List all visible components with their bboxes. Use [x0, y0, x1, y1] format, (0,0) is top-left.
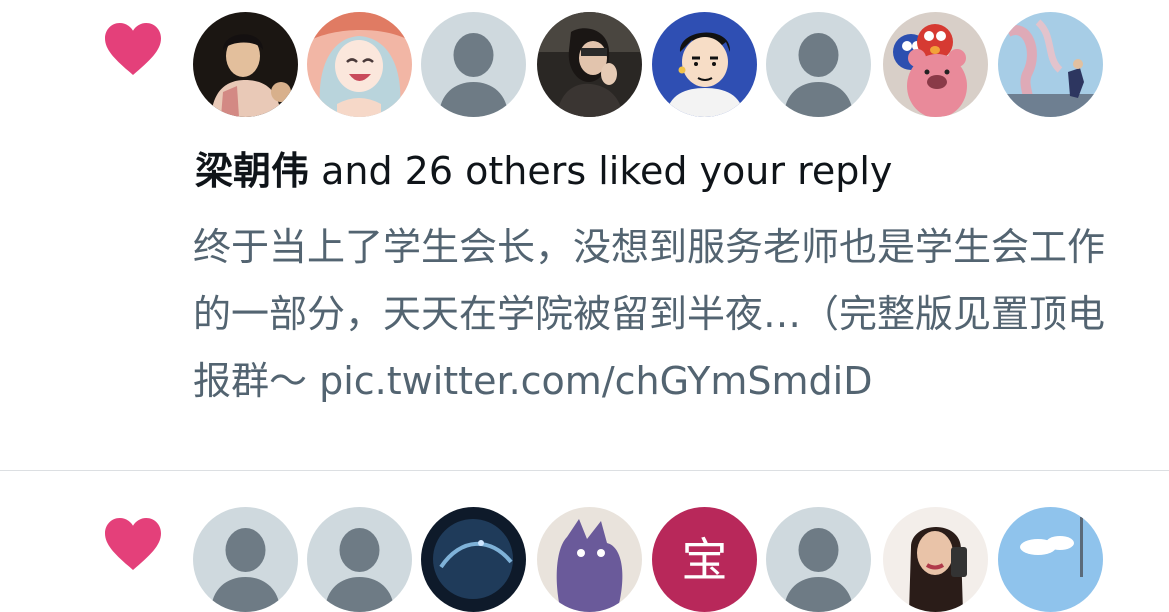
- default-avatar[interactable]: [766, 12, 871, 117]
- avatar[interactable]: [652, 12, 757, 117]
- avatar[interactable]: [537, 507, 642, 612]
- avatar[interactable]: [537, 12, 642, 117]
- avatar[interactable]: [307, 12, 412, 117]
- default-avatar[interactable]: [193, 507, 298, 612]
- reply-text: 终于当上了学生会长，没想到服务老师也是学生会工作的一部分，天天在学院被留到半夜……: [193, 225, 1106, 403]
- avatar[interactable]: [421, 507, 526, 612]
- notification-item[interactable]: 宝: [0, 471, 1169, 612]
- default-avatar[interactable]: [307, 507, 412, 612]
- default-avatar[interactable]: [766, 507, 871, 612]
- avatar[interactable]: [998, 507, 1103, 612]
- letter-avatar[interactable]: 宝: [652, 507, 757, 612]
- avatar-letter: 宝: [681, 532, 728, 587]
- avatar[interactable]: [193, 12, 298, 117]
- avatar[interactable]: [883, 12, 988, 117]
- actor-name[interactable]: 梁朝伟: [195, 149, 309, 193]
- avatar[interactable]: [998, 12, 1103, 117]
- default-avatar[interactable]: [421, 12, 526, 117]
- avatar[interactable]: [883, 507, 988, 612]
- action-text: and 26 others liked your reply: [309, 149, 893, 193]
- notification-item[interactable]: 梁朝伟 and 26 others liked your reply 终于当上了…: [0, 0, 1169, 470]
- heart-icon: [105, 23, 161, 75]
- notification-headline: 梁朝伟 and 26 others liked your reply: [195, 148, 892, 194]
